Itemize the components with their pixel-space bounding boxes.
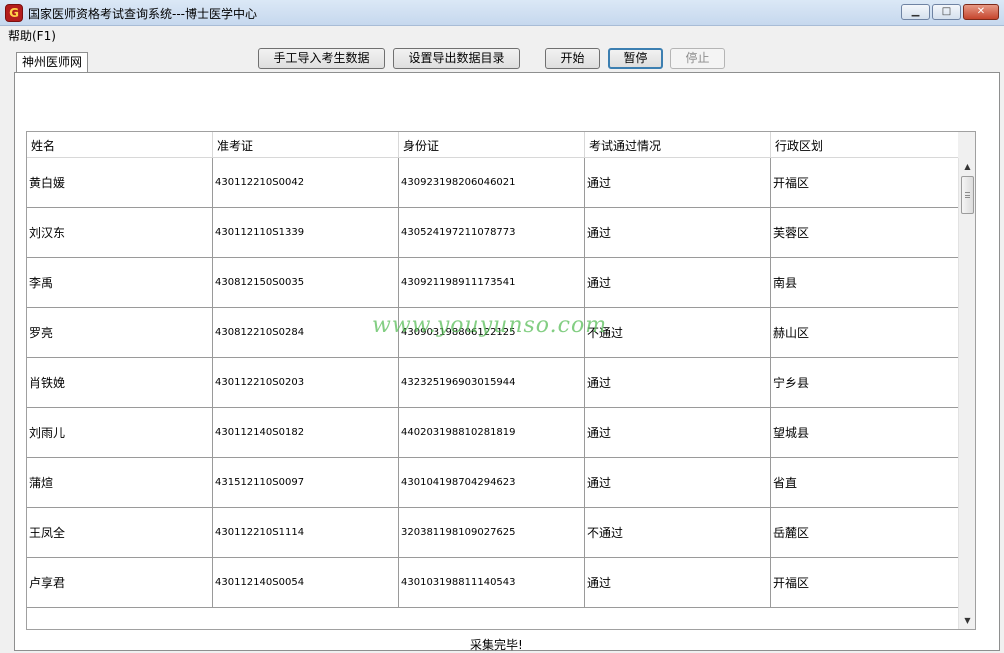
cell-region[interactable]: 望城县 [771, 408, 958, 458]
vertical-scrollbar[interactable]: ▲ ▼ [958, 158, 975, 629]
cell-name[interactable]: 李禹 [27, 258, 213, 308]
cell-exam-id[interactable]: 430112140S0054 [213, 558, 399, 608]
maximize-button[interactable]: □ [932, 4, 961, 20]
tab-shenzhou[interactable]: 神州医师网 [16, 52, 88, 73]
cell-exam-id[interactable]: 430812150S0035 [213, 258, 399, 308]
column-header-exam-id[interactable]: 准考证 [213, 132, 399, 158]
cell-name[interactable]: 刘雨儿 [27, 408, 213, 458]
title-bar: G 国家医师资格考试查询系统---博士医学中心 ▁ □ ✕ [0, 0, 1004, 26]
table-row[interactable]: 刘汉东 430112110S1339 430524197211078773 通过 芙蓉区 [27, 208, 958, 258]
cell-result[interactable]: 通过 [585, 158, 771, 208]
scroll-up-icon[interactable]: ▲ [959, 158, 975, 175]
status-text: 采集完毕! [470, 638, 523, 652]
cell-id-card[interactable]: 430103198811140543 [399, 558, 585, 608]
cell-region[interactable]: 芙蓉区 [771, 208, 958, 258]
grip-icon [965, 192, 970, 198]
table-row[interactable]: 刘雨儿 430112140S0182 440203198810281819 通过 望城县 [27, 408, 958, 458]
window-title: 国家医师资格考试查询系统---博士医学中心 [28, 7, 257, 21]
scroll-thumb[interactable] [961, 176, 974, 214]
cell-result[interactable]: 通过 [585, 208, 771, 258]
import-data-button[interactable]: 手工导入考生数据 [258, 48, 385, 69]
cell-region[interactable]: 开福区 [771, 158, 958, 208]
cell-name[interactable]: 刘汉东 [27, 208, 213, 258]
cell-exam-id[interactable]: 430112110S1339 [213, 208, 399, 258]
cell-name[interactable]: 罗亮 [27, 308, 213, 358]
cell-id-card[interactable]: 440203198810281819 [399, 408, 585, 458]
cell-result[interactable]: 通过 [585, 358, 771, 408]
column-header-region[interactable]: 行政区划 [771, 132, 958, 158]
cell-name[interactable]: 肖铁娩 [27, 358, 213, 408]
cell-result[interactable]: 通过 [585, 258, 771, 308]
pause-button[interactable]: 暂停 [608, 48, 663, 69]
cell-exam-id[interactable]: 431512110S0097 [213, 458, 399, 508]
cell-id-card[interactable]: 430923198206046021 [399, 158, 585, 208]
cell-name[interactable]: 王凤全 [27, 508, 213, 558]
table-row[interactable]: 蒲煊 431512110S0097 430104198704294623 通过 省直 [27, 458, 958, 508]
cell-exam-id[interactable]: 430112210S1114 [213, 508, 399, 558]
cell-exam-id[interactable]: 430112210S0042 [213, 158, 399, 208]
cell-result[interactable]: 通过 [585, 458, 771, 508]
cell-id-card[interactable]: 432325196903015944 [399, 358, 585, 408]
cell-id-card[interactable]: 320381198109027625 [399, 508, 585, 558]
cell-id-card[interactable]: 430921198911173541 [399, 258, 585, 308]
cell-name[interactable]: 卢享君 [27, 558, 213, 608]
menu-bar: 帮助(F1) [0, 26, 1004, 44]
menu-help[interactable]: 帮助(F1) [8, 27, 56, 44]
cell-id-card[interactable]: 430524197211078773 [399, 208, 585, 258]
cell-region[interactable]: 省直 [771, 458, 958, 508]
cell-exam-id[interactable]: 430112210S0203 [213, 358, 399, 408]
cell-result[interactable]: 通过 [585, 408, 771, 458]
minimize-button[interactable]: ▁ [901, 4, 930, 20]
stop-button: 停止 [670, 48, 725, 69]
cell-region[interactable]: 宁乡县 [771, 358, 958, 408]
grid-header: 姓名 准考证 身份证 考试通过情况 行政区划 [27, 132, 958, 158]
start-button[interactable]: 开始 [545, 48, 600, 69]
table-row[interactable]: 肖铁娩 430112210S0203 432325196903015944 通过 宁乡县 [27, 358, 958, 408]
cell-result[interactable]: 不通过 [585, 308, 771, 358]
cell-name[interactable]: 黄白媛 [27, 158, 213, 208]
table-row[interactable]: 李禹 430812150S0035 430921198911173541 通过 南县 [27, 258, 958, 308]
grid-corner [958, 132, 975, 158]
grid-body: 黄白媛 430112210S0042 430923198206046021 通过 开福区… [27, 158, 958, 629]
cell-result[interactable]: 通过 [585, 558, 771, 608]
cell-id-card[interactable]: 430104198704294623 [399, 458, 585, 508]
cell-region[interactable]: 南县 [771, 258, 958, 308]
table-row[interactable]: 卢享君 430112140S0054 430103198811140543 通过 开福区 [27, 558, 958, 608]
cell-region[interactable]: 岳麓区 [771, 508, 958, 558]
scroll-down-icon[interactable]: ▼ [959, 612, 975, 629]
table-row[interactable]: 黄白媛 430112210S0042 430923198206046021 通过 开福区 [27, 158, 958, 208]
cell-exam-id[interactable]: 430112140S0182 [213, 408, 399, 458]
export-dir-button[interactable]: 设置导出数据目录 [393, 48, 520, 69]
watermark: www.youyunso.com [372, 313, 608, 338]
cell-region[interactable]: 开福区 [771, 558, 958, 608]
column-header-result[interactable]: 考试通过情况 [585, 132, 771, 158]
table-row[interactable]: 王凤全 430112210S1114 320381198109027625 不通过 岳麓… [27, 508, 958, 558]
cell-name[interactable]: 蒲煊 [27, 458, 213, 508]
column-header-name[interactable]: 姓名 [27, 132, 213, 158]
cell-region[interactable]: 赫山区 [771, 308, 958, 358]
results-grid[interactable]: 姓名 准考证 身份证 考试通过情况 行政区划 黄白媛 430112210S0042… [26, 131, 976, 630]
cell-result[interactable]: 不通过 [585, 508, 771, 558]
app-icon: G [5, 4, 23, 22]
column-header-id-card[interactable]: 身份证 [399, 132, 585, 158]
close-button[interactable]: ✕ [963, 4, 999, 20]
